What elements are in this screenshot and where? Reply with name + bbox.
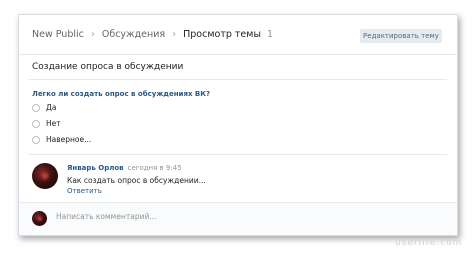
- breadcrumb-current: Просмотр темы: [183, 29, 261, 40]
- breadcrumb-item-discussions[interactable]: Обсуждения: [102, 29, 165, 40]
- divider: [29, 79, 447, 80]
- avatar[interactable]: [32, 163, 58, 189]
- poll-option-maybe[interactable]: Наверное...: [32, 135, 91, 144]
- chevron-right-icon: ›: [172, 29, 177, 40]
- poll-option-label: Наверное...: [46, 135, 92, 144]
- comment-count: 1: [266, 29, 273, 40]
- poll-option-yes[interactable]: Да: [32, 103, 56, 112]
- edit-topic-button[interactable]: Редактировать тему: [360, 29, 442, 43]
- poll-question: Легко ли создать опрос в обсуждениях ВК?: [32, 90, 211, 98]
- comment-header: Январь Орлов сегодня в 9:45: [67, 164, 182, 172]
- topic-title: Создание опроса в обсуждении: [32, 62, 184, 72]
- chevron-right-icon: ›: [90, 29, 95, 40]
- poll-option-no[interactable]: Нет: [32, 119, 61, 128]
- breadcrumb: New Public › Обсуждения › Просмотр темы …: [32, 29, 273, 40]
- poll-option-label: Да: [46, 103, 57, 112]
- radio-button[interactable]: [32, 103, 40, 112]
- radio-button[interactable]: [32, 119, 40, 128]
- divider: [29, 154, 447, 155]
- comment-author-link[interactable]: Январь Орлов: [67, 164, 124, 172]
- comment-input[interactable]: Написать комментарий...: [56, 212, 157, 221]
- avatar: [32, 211, 47, 226]
- topic-window: New Public › Обсуждения › Просмотр темы …: [18, 14, 458, 236]
- watermark: userlife.com: [395, 238, 463, 248]
- comment-time[interactable]: сегодня в 9:45: [128, 164, 182, 172]
- comment-footer: Написать комментарий...: [19, 202, 457, 235]
- comment-text: Как создать опрос в обсуждении...: [67, 176, 206, 185]
- poll-option-label: Нет: [46, 119, 61, 128]
- radio-button[interactable]: [32, 135, 40, 144]
- reply-link[interactable]: Ответить: [67, 187, 102, 195]
- breadcrumb-item-community[interactable]: New Public: [32, 29, 84, 40]
- topic-header: New Public › Обсуждения › Просмотр темы …: [19, 15, 457, 55]
